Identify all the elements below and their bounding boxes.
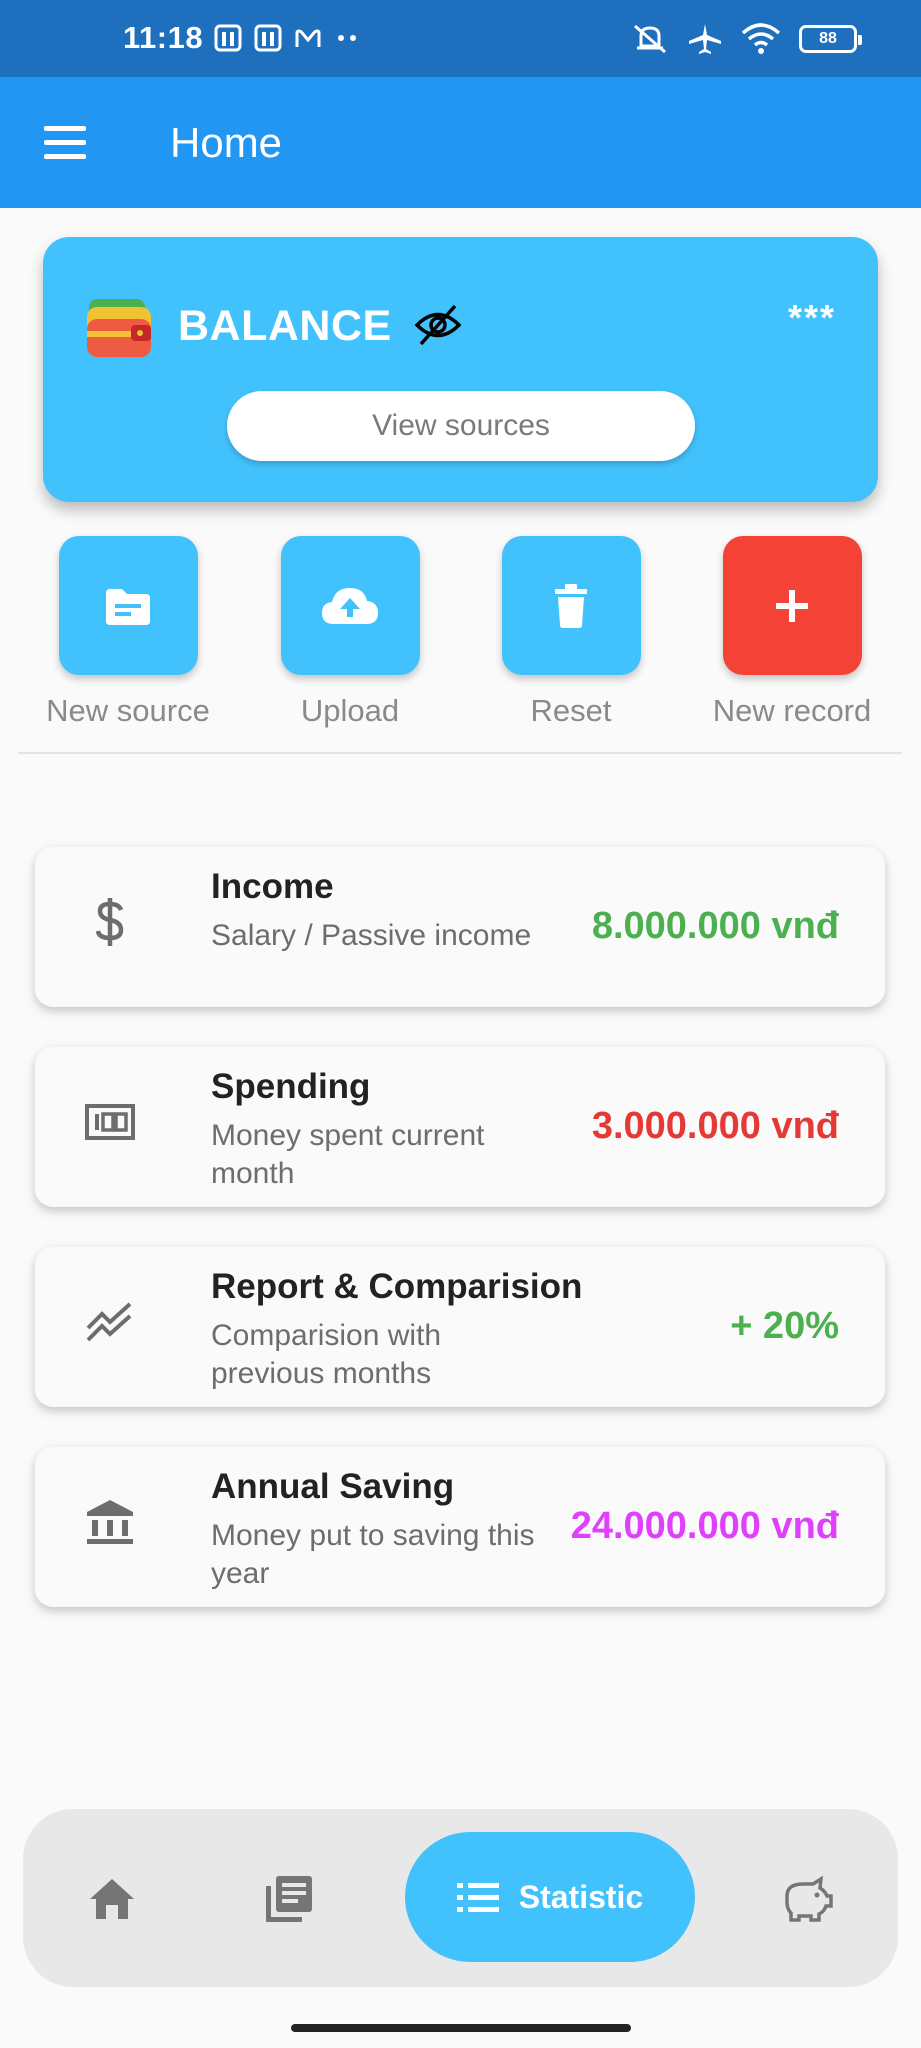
divider: [18, 752, 902, 754]
stat-value: + 20%: [730, 1305, 839, 1347]
mute-vibrate-icon: [634, 24, 666, 54]
bottom-nav: Statistic: [23, 1809, 898, 1987]
page-title: Home: [170, 119, 283, 166]
action-label: Reset: [530, 693, 612, 728]
home-icon: [90, 1879, 134, 1919]
stat-subtitle: Comparision with previous months: [211, 1319, 442, 1390]
upload-action[interactable]: Upload: [250, 536, 450, 729]
home-indicator[interactable]: [291, 2024, 631, 2032]
stat-subtitle: Salary / Passive income: [211, 919, 532, 952]
menu-icon-line: [44, 126, 86, 131]
status-time: 11:18: [123, 20, 204, 55]
notification-icon: [254, 24, 282, 52]
trend-icon: [86, 1302, 132, 1342]
plus-icon: [776, 589, 808, 622]
balance-card: BALANCE *** View sources: [43, 237, 878, 502]
library-books-icon: [266, 1876, 312, 1922]
action-label: New source: [46, 693, 210, 728]
list-icon: [456, 1883, 499, 1912]
nav-home[interactable]: [80, 1867, 144, 1931]
money-icon: [85, 1104, 135, 1140]
income-card[interactable]: Income Salary / Passive income 8.000.000…: [35, 847, 885, 1007]
nav-saving[interactable]: [774, 1867, 838, 1931]
stat-subtitle: Money put to saving this year: [211, 1519, 535, 1590]
more-dots-icon: [338, 35, 357, 41]
new-record-button[interactable]: [722, 536, 862, 675]
reset-button[interactable]: [501, 536, 641, 675]
report-card[interactable]: Report & Comparision Comparision with pr…: [35, 1247, 885, 1407]
stat-value: 24.000.000 vnđ: [570, 1505, 839, 1547]
reset-action[interactable]: Reset: [471, 536, 671, 729]
wallet-icon: [87, 299, 151, 357]
nav-records[interactable]: [257, 1867, 321, 1931]
annual-saving-card[interactable]: Annual Saving Money put to saving this y…: [35, 1447, 885, 1607]
eye-off-icon[interactable]: [413, 302, 463, 348]
dollar-icon: [95, 898, 124, 946]
action-label: Upload: [300, 693, 400, 728]
menu-button[interactable]: [36, 115, 96, 170]
piggy-bank-icon: [785, 1876, 833, 1922]
stat-title: Income: [211, 867, 334, 906]
nav-statistic-label: Statistic: [518, 1878, 644, 1915]
menu-icon-line: [44, 154, 86, 159]
balance-label: BALANCE: [178, 302, 392, 350]
new-record-action[interactable]: New record: [692, 536, 892, 729]
status-bar: 11:18 88: [0, 0, 921, 77]
folder-icon: [106, 588, 150, 625]
menu-icon-line: [44, 140, 86, 145]
stat-value: 8.000.000 vnđ: [591, 905, 839, 947]
nav-statistic[interactable]: Statistic: [405, 1832, 695, 1962]
stat-subtitle: Money spent current month: [211, 1119, 485, 1190]
view-sources-button[interactable]: View sources: [227, 391, 695, 461]
cloud-upload-icon: [322, 587, 378, 624]
battery-indicator: 88: [799, 25, 862, 53]
spending-card[interactable]: Spending Money spent current month 3.000…: [35, 1047, 885, 1207]
gmail-icon: [295, 29, 321, 47]
notification-icon: [214, 24, 242, 52]
upload-button[interactable]: [280, 536, 420, 675]
new-source-button[interactable]: [58, 536, 198, 675]
stat-title: Spending: [211, 1067, 371, 1106]
action-label: New record: [712, 693, 872, 728]
balance-value: ***: [787, 297, 836, 338]
bank-icon: [87, 1500, 133, 1544]
trash-icon: [555, 583, 587, 628]
stat-title: Annual Saving: [211, 1467, 455, 1506]
stat-value: 3.000.000 vnđ: [591, 1105, 839, 1147]
app-bar: Home: [0, 77, 921, 208]
new-source-action[interactable]: New source: [28, 536, 228, 729]
stat-title: Report & Comparision: [211, 1267, 583, 1306]
airplane-icon: [689, 24, 721, 54]
wifi-icon: [741, 23, 781, 54]
